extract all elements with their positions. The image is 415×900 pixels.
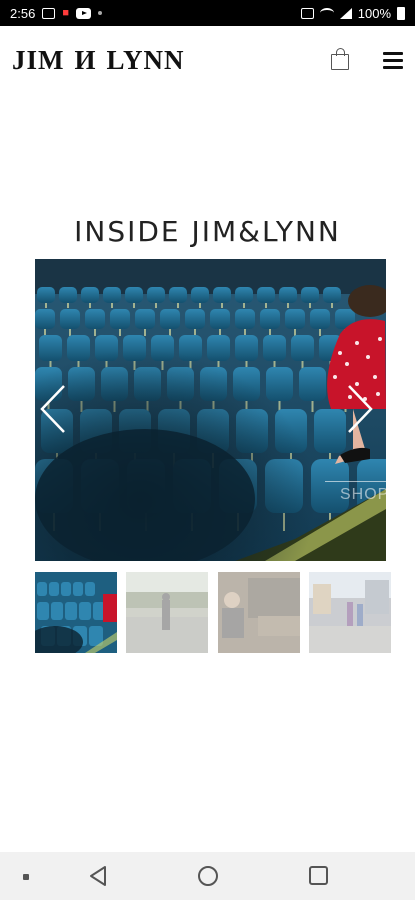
site-header: JIM И LYNN: [0, 26, 415, 94]
shop-link[interactable]: SHOP: [340, 486, 389, 504]
dot-icon: [23, 874, 29, 880]
hamburger-menu-icon[interactable]: [383, 51, 403, 69]
brand-logo[interactable]: JIM И LYNN: [12, 45, 185, 76]
shopping-bag-icon[interactable]: [331, 48, 349, 70]
signal-icon: [339, 7, 352, 19]
chevron-right-icon[interactable]: [345, 383, 375, 435]
system-nav-bar: [0, 852, 415, 900]
thumbnail-3[interactable]: [218, 572, 300, 653]
thumbnail-4[interactable]: [309, 572, 391, 653]
thumbnail-2[interactable]: [126, 572, 208, 653]
battery-icon: [397, 6, 405, 20]
cast-icon: [300, 7, 314, 19]
recents-square-icon[interactable]: [309, 866, 328, 885]
notification-icon: ■: [62, 7, 69, 19]
section-title: INSIDE JIM&LYNN: [74, 215, 341, 248]
home-circle-icon[interactable]: [198, 866, 218, 886]
battery-percent: 100%: [357, 5, 391, 21]
status-time: 2:56: [10, 5, 36, 21]
youtube-icon: [75, 7, 91, 19]
slideshow-thumbnails: [35, 572, 391, 653]
chevron-left-icon[interactable]: [38, 383, 68, 435]
back-triangle-icon[interactable]: [88, 865, 108, 887]
dot-icon: [97, 11, 102, 15]
wifi-icon: [319, 8, 334, 18]
gallery-icon: [42, 7, 56, 19]
shop-divider: [325, 481, 393, 482]
slideshow-main-image[interactable]: [35, 259, 386, 561]
thumbnail-1[interactable]: [35, 572, 117, 653]
status-bar: 2:56 ■ 100%: [0, 0, 415, 26]
